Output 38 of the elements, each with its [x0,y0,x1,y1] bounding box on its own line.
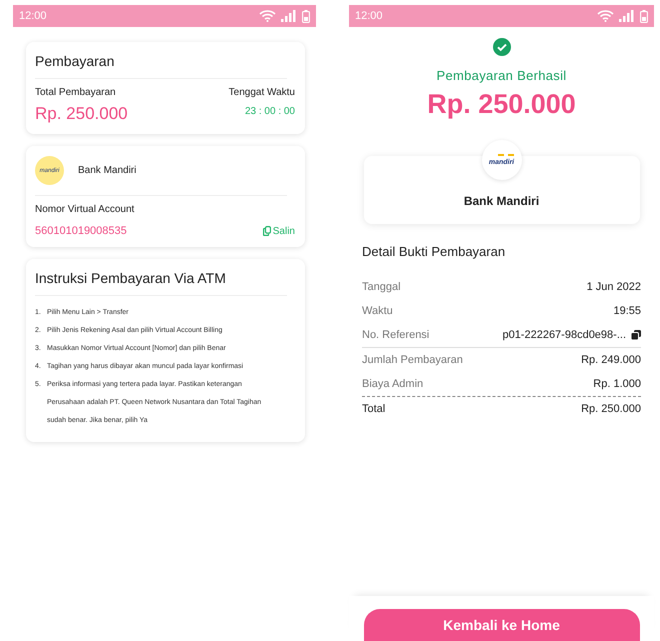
copy-icon [262,226,271,236]
detail-value: 1 Jun 2022 [586,281,641,293]
wifi-icon [259,10,276,22]
detail-label: No. Referensi [362,329,430,341]
detail-value: Rp. 1.000 [593,378,641,390]
countdown-timer: 23 : 00 : 00 [244,106,295,116]
detail-label: Total [362,403,386,415]
success-title: Pembayaran Berhasil [436,68,566,83]
status-time: 12:00 [19,10,47,22]
wifi-icon [597,10,614,22]
paid-amount: Rp. 250.000 [427,89,576,120]
detail-value: Rp. 250.000 [581,403,641,415]
total-amount: Rp. 250.000 [35,104,128,124]
detail-label: Jumlah Pembayaran [362,354,463,366]
detail-value: 19:55 [613,305,641,317]
success-check-icon [492,38,510,56]
battery-icon [640,10,648,22]
card-title: Instruksi Pembayaran Via ATM [35,269,227,288]
card-title: Pembayaran [35,52,116,71]
detail-label: Waktu [362,305,393,317]
total-label: Total Pembayaran [35,87,116,98]
detail-label: Tanggal [362,281,401,293]
detail-value: Rp. 249.000 [581,354,641,366]
signal-icon [281,10,297,22]
bank-name: Bank Mandiri [78,165,136,176]
signal-icon [619,10,635,22]
copy-icon[interactable] [631,330,641,340]
section-title: Detail Bukti Pembayaran [362,244,506,259]
detail-label: Biaya Admin [362,378,424,390]
va-label: Nomor Virtual Account [35,204,136,215]
battery-icon [302,10,310,22]
deadline-label: Tenggat Waktu [228,87,295,98]
status-time: 12:00 [355,10,383,22]
detail-value: p01-222267-98cd0e98-... [502,329,626,341]
copy-link[interactable]: Salin [262,226,295,236]
home-button[interactable]: Kembali ke Home [364,609,640,641]
va-number: 560101019008535 [35,225,127,237]
bank-name: Bank Mandiri [464,194,540,208]
